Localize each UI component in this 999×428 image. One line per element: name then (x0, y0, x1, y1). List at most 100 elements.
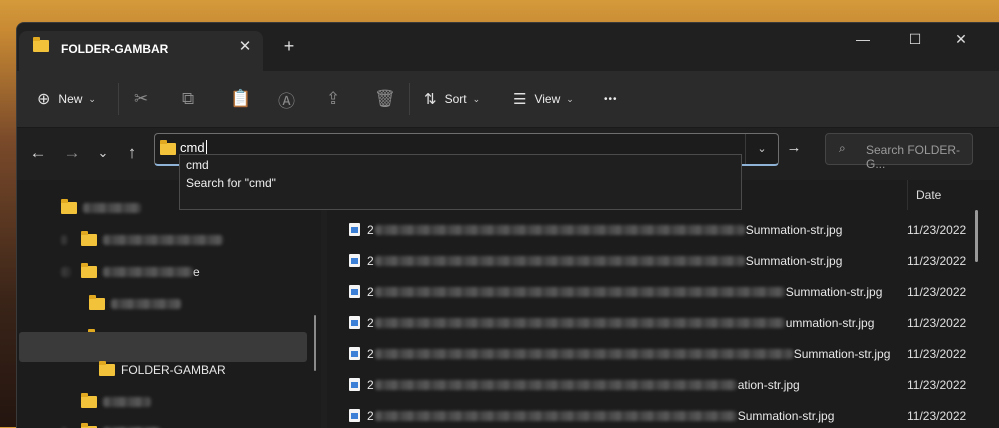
tree-item[interactable] (61, 226, 223, 254)
folder-icon (81, 263, 97, 278)
date-column-header[interactable]: Date (907, 180, 999, 210)
address-input[interactable]: cmd (180, 140, 207, 155)
address-suggestions: cmd Search for "cmd" (179, 154, 742, 210)
file-row[interactable]: 2 Summation-str.jpg 11/23/2022 (327, 338, 987, 370)
suggestion-item[interactable]: cmd (186, 158, 209, 172)
paste-button[interactable]: 📋 (230, 71, 251, 127)
view-button[interactable]: ☰ View ⌄ (513, 71, 574, 127)
redacted-filename (374, 225, 745, 235)
plus-circle-icon: ⊕ (37, 91, 51, 108)
suggestion-item[interactable]: Search for "cmd" (186, 176, 276, 190)
toolbar-divider (118, 83, 119, 115)
file-name: 2 ation-str.jpg (367, 378, 800, 392)
view-label: View (534, 92, 561, 106)
chevron-down-icon: ⌄ (566, 93, 574, 104)
tree-label-partial: e (193, 265, 200, 279)
file-row[interactable]: 2 ummation-str.jpg 11/23/2022 (327, 307, 987, 339)
go-button[interactable]: → (781, 134, 807, 162)
redacted-filename (374, 380, 737, 390)
image-file-icon (349, 285, 360, 298)
command-bar: ⊕ New ⌄ ✂ ⧉ 📋 Ⓐ ⇪ 🗑 ⇅ Sort ⌄ ☰ View ⌄ ••… (17, 71, 999, 128)
share-icon: ⇪ (326, 89, 341, 108)
up-button[interactable]: ↑ (121, 142, 143, 164)
tree-item[interactable]: e (61, 258, 200, 286)
search-placeholder: Search FOLDER-G... (866, 143, 961, 171)
image-file-icon (349, 223, 360, 236)
address-dropdown-button[interactable]: ⌄ (745, 134, 778, 164)
folder-icon (160, 140, 176, 158)
file-name-prefix: 2 (367, 347, 374, 361)
copy-icon: ⧉ (182, 89, 195, 108)
file-date: 11/23/2022 (907, 347, 967, 361)
file-name: 2 Summation-str.jpg (367, 223, 842, 237)
tree-item[interactable] (89, 290, 181, 318)
file-name-suffix: Summation-str.jpg (785, 285, 883, 299)
copy-button[interactable]: ⧉ (182, 71, 194, 127)
file-name-suffix: Summation-str.jpg (745, 223, 843, 237)
share-button[interactable]: ⇪ (326, 71, 340, 127)
file-name-prefix: 2 (367, 254, 374, 268)
search-box[interactable]: ⌕ Search FOLDER-G... (825, 133, 973, 171)
toolbar-divider (409, 83, 410, 115)
redacted-filename (374, 256, 745, 266)
folder-icon (61, 199, 77, 214)
delete-button[interactable]: 🗑 (374, 71, 396, 127)
back-button[interactable]: ← (27, 142, 49, 164)
file-row[interactable]: 2 Summation-str.jpg 11/23/2022 (327, 214, 987, 246)
tab-folder-gambar[interactable]: FOLDER-GAMBAR ✕ (19, 31, 263, 71)
redacted-label (111, 299, 181, 309)
file-name-suffix: Summation-str.jpg (745, 254, 843, 268)
redacted-label (83, 203, 141, 213)
sort-label: Sort (444, 92, 467, 106)
nav-pane-scrollbar[interactable] (314, 315, 316, 371)
file-name-suffix: ation-str.jpg (737, 378, 800, 392)
file-name-prefix: 2 (367, 409, 374, 423)
new-label: New (58, 92, 83, 106)
image-file-icon (349, 316, 360, 329)
folder-icon (99, 361, 115, 376)
file-date: 11/23/2022 (907, 254, 967, 268)
tree-item[interactable] (61, 194, 141, 222)
redacted-filename (374, 411, 737, 421)
file-row[interactable]: 2 Summation-str.jpg 11/23/2022 (327, 245, 987, 277)
file-name-suffix: ummation-str.jpg (785, 316, 875, 330)
file-row[interactable]: 2 Summation-str.jpg 11/23/2022 (327, 276, 987, 308)
redacted-filename (374, 287, 785, 297)
file-name: 2 Summation-str.jpg (367, 254, 842, 268)
image-file-icon (349, 409, 360, 422)
redacted-filename (374, 318, 785, 328)
folder-icon (81, 393, 97, 408)
forward-button[interactable]: → (61, 142, 83, 164)
tree-item[interactable] (81, 388, 151, 416)
file-explorer-window: FOLDER-GAMBAR ✕ + — ☐ ✕ ⊕ New ⌄ ✂ ⧉ 📋 Ⓐ … (16, 22, 999, 428)
tree-item-folder-gambar[interactable]: FOLDER-GAMBAR (99, 356, 226, 384)
close-tab-icon[interactable]: ✕ (235, 37, 255, 57)
trash-icon: 🗑 (374, 89, 396, 108)
new-button[interactable]: ⊕ New ⌄ (37, 71, 96, 127)
recent-locations-button[interactable]: ⌄ (92, 142, 114, 164)
redacted-label (103, 235, 223, 245)
sort-button[interactable]: ⇅ Sort ⌄ (424, 71, 480, 127)
folder-icon (33, 37, 49, 55)
more-options-button[interactable]: ••• (604, 71, 618, 127)
file-row[interactable]: 2 Summation-str.jpg 11/23/2022 (327, 400, 987, 428)
folder-icon (89, 295, 105, 310)
image-file-icon (349, 347, 360, 360)
rename-button[interactable]: Ⓐ (278, 71, 295, 127)
image-file-icon (349, 254, 360, 267)
navigation-pane: e ⌄ tutorial FOLDER-GAMBAR (17, 180, 321, 428)
file-name: 2 Summation-str.jpg (367, 409, 834, 423)
file-name: 2 Summation-str.jpg (367, 285, 882, 299)
title-bar: FOLDER-GAMBAR ✕ + — ☐ ✕ (17, 23, 999, 71)
chevron-down-icon: ⌄ (472, 93, 481, 104)
tree-label-folder-gambar: FOLDER-GAMBAR (121, 363, 226, 377)
maximize-button[interactable]: ☐ (892, 27, 938, 51)
new-tab-button[interactable]: + (279, 36, 299, 56)
minimize-button[interactable]: — (840, 27, 886, 51)
redacted-filename (374, 349, 793, 359)
file-list-scrollbar[interactable] (975, 210, 978, 262)
close-window-button[interactable]: ✕ (938, 27, 984, 51)
cut-button[interactable]: ✂ (134, 71, 148, 127)
file-name-prefix: 2 (367, 378, 374, 392)
file-row[interactable]: 2 ation-str.jpg 11/23/2022 (327, 369, 987, 401)
